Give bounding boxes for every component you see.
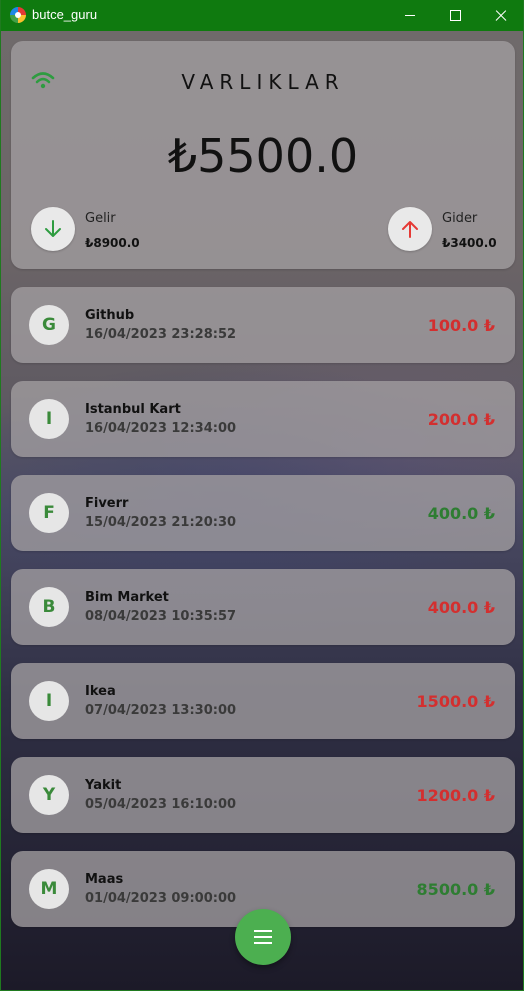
total-balance: ₺5500.0 xyxy=(167,129,359,183)
transaction-amount: 200.0 ₺ xyxy=(427,410,495,429)
transaction-amount: 1500.0 ₺ xyxy=(416,692,495,711)
title-bar: butce_guru xyxy=(1,0,523,31)
transaction-avatar: F xyxy=(29,493,69,533)
window-title: butce_guru xyxy=(32,7,98,22)
transaction-amount: 400.0 ₺ xyxy=(427,504,495,523)
app-logo-icon xyxy=(10,7,26,23)
expense-label: Gider xyxy=(442,211,478,226)
transaction-name: Maas xyxy=(85,872,124,887)
transaction-avatar: G xyxy=(29,305,69,345)
transaction-name: Istanbul Kart xyxy=(85,402,181,417)
transaction-name: Ikea xyxy=(85,684,116,699)
transaction-avatar: B xyxy=(29,587,69,627)
app-window: butce_guru VARLIKLAR ₺5500.0 Gelir ₺8900… xyxy=(0,0,524,991)
income-value: ₺8900.0 xyxy=(85,236,140,250)
transaction-name: Yakit xyxy=(85,778,122,793)
transaction-item[interactable]: I Ikea 07/04/2023 13:30:00 1500.0 ₺ xyxy=(11,663,515,739)
transaction-item[interactable]: B Bim Market 08/04/2023 10:35:57 400.0 ₺ xyxy=(11,569,515,645)
transaction-name: Bim Market xyxy=(85,590,169,605)
maximize-button[interactable] xyxy=(432,0,478,31)
income-label: Gelir xyxy=(85,211,116,226)
transaction-avatar: M xyxy=(29,869,69,909)
assets-heading: VARLIKLAR xyxy=(181,70,345,94)
transaction-name: Github xyxy=(85,308,135,323)
minimize-button[interactable] xyxy=(387,0,433,31)
expense-value: ₺3400.0 xyxy=(442,236,497,250)
transaction-avatar: Y xyxy=(29,775,69,815)
transaction-item[interactable]: G Github 16/04/2023 23:28:52 100.0 ₺ xyxy=(11,287,515,363)
transaction-avatar: I xyxy=(29,681,69,721)
transaction-amount: 400.0 ₺ xyxy=(427,598,495,617)
transaction-amount: 100.0 ₺ xyxy=(427,316,495,335)
transaction-date: 01/04/2023 09:00:00 xyxy=(85,891,237,906)
expense-button[interactable] xyxy=(388,207,432,251)
main-content: VARLIKLAR ₺5500.0 Gelir ₺8900.0 Gider ₺3… xyxy=(1,31,523,990)
transaction-item[interactable]: Y Yakit 05/04/2023 16:10:00 1200.0 ₺ xyxy=(11,757,515,833)
transaction-item[interactable]: F Fiverr 15/04/2023 21:20:30 400.0 ₺ xyxy=(11,475,515,551)
transaction-item[interactable]: I Istanbul Kart 16/04/2023 12:34:00 200.… xyxy=(11,381,515,457)
transaction-date: 16/04/2023 12:34:00 xyxy=(85,421,237,436)
transaction-date: 15/04/2023 21:20:30 xyxy=(85,515,237,530)
arrow-down-icon xyxy=(45,220,61,237)
arrow-up-icon xyxy=(402,221,418,238)
transaction-amount: 1200.0 ₺ xyxy=(416,786,495,805)
income-button[interactable] xyxy=(31,207,75,251)
transaction-date: 07/04/2023 13:30:00 xyxy=(85,703,237,718)
transaction-date: 16/04/2023 23:28:52 xyxy=(85,327,237,342)
transaction-date: 08/04/2023 10:35:57 xyxy=(85,609,237,624)
menu-fab-button[interactable] xyxy=(235,909,291,965)
transaction-amount: 8500.0 ₺ xyxy=(416,880,495,899)
transaction-name: Fiverr xyxy=(85,496,129,511)
transaction-date: 05/04/2023 16:10:00 xyxy=(85,797,237,812)
close-button[interactable] xyxy=(478,0,523,31)
balance-summary-card: VARLIKLAR ₺5500.0 Gelir ₺8900.0 Gider ₺3… xyxy=(11,41,515,269)
transaction-avatar: I xyxy=(29,399,69,439)
